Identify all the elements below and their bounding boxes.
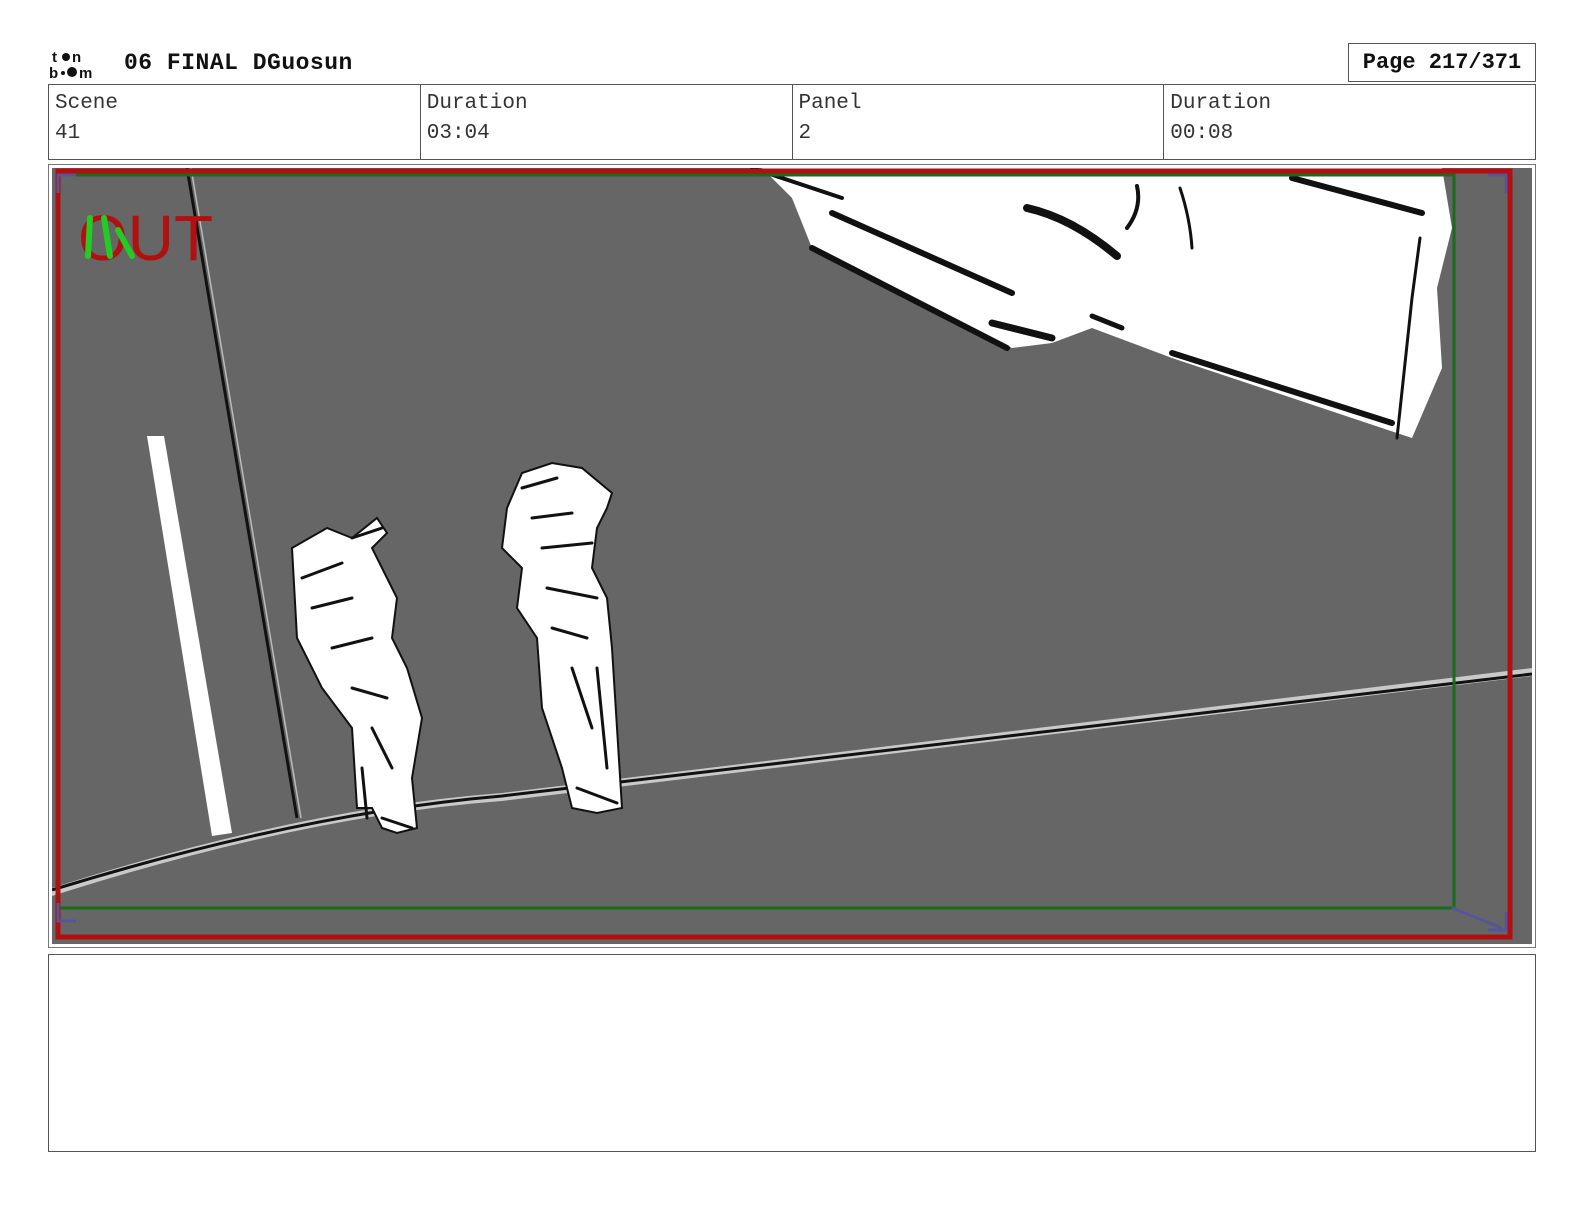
out-label: OUT: [78, 202, 213, 274]
document-title: 06 FINAL DGuosun: [124, 50, 353, 76]
svg-text:t: t: [52, 49, 57, 66]
svg-text:m: m: [79, 65, 92, 80]
scene-duration-value: 03:04: [426, 122, 490, 145]
panel-duration-cell: Duration 00:08: [1164, 85, 1535, 159]
notes-box: [48, 954, 1536, 1152]
panel-label: Panel: [798, 92, 862, 115]
storyboard-panel: OUT: [48, 164, 1536, 948]
svg-text:b: b: [49, 65, 58, 80]
panel-value: 2: [798, 122, 812, 145]
scene-label: Scene: [55, 92, 119, 115]
panel-cell: Panel 2: [793, 85, 1165, 159]
scene-duration-label: Duration: [426, 92, 528, 115]
toon-boom-logo: t n b m: [49, 49, 92, 80]
info-row: Scene 41 Duration 03:04 Panel 2 Duration…: [48, 84, 1536, 160]
scene-duration-cell: Duration 03:04: [421, 85, 793, 159]
panel-duration-value: 00:08: [1170, 122, 1234, 145]
scene-cell: Scene 41: [49, 85, 421, 159]
panel-duration-label: Duration: [1170, 92, 1272, 115]
scene-value: 41: [55, 122, 81, 145]
svg-text:n: n: [72, 49, 81, 66]
page-indicator: Page 217/371: [1348, 43, 1536, 82]
panel-drawing: OUT: [52, 168, 1532, 944]
